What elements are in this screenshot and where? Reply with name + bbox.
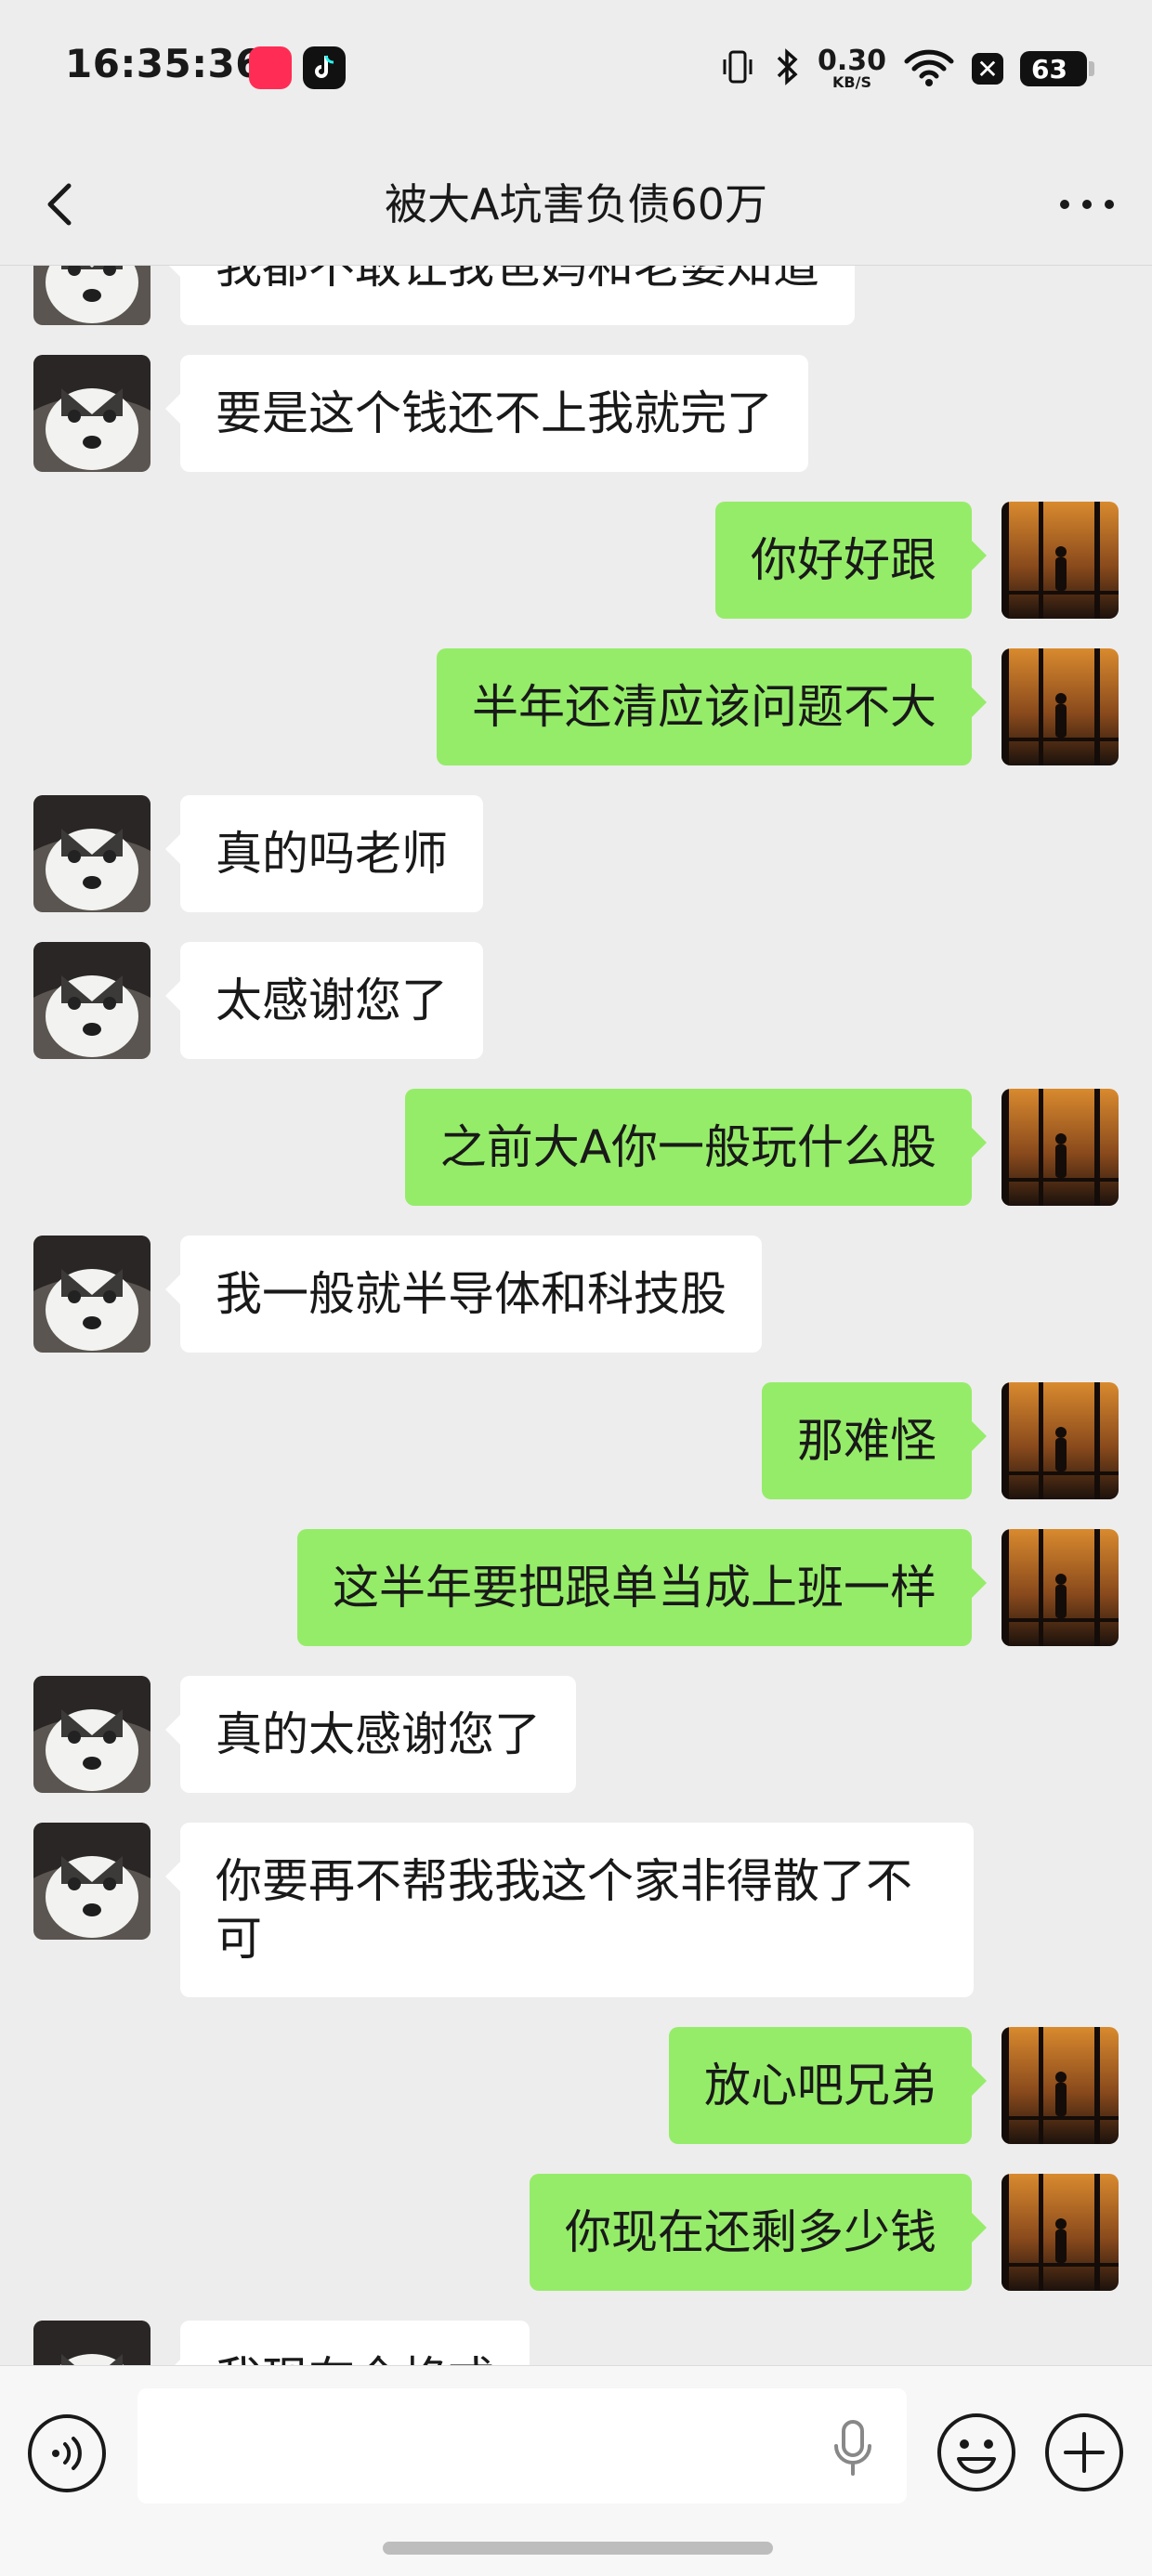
message-input[interactable] <box>137 2388 907 2504</box>
self-avatar[interactable] <box>1001 1382 1119 1499</box>
message-bubble[interactable]: 我都不敢让我爸妈和老婆知道 <box>165 266 855 325</box>
self-avatar[interactable] <box>1001 1089 1119 1206</box>
contact-avatar[interactable] <box>33 355 151 472</box>
voice-mode-button[interactable] <box>26 2413 108 2494</box>
message-received: 真的吗老师 <box>33 795 483 912</box>
message-sent: 这半年要把跟单当成上班一样 <box>297 1529 1119 1646</box>
message-sent: 放心吧兄弟 <box>669 2027 1119 2144</box>
notification-app-icon <box>249 46 292 89</box>
message-received: 你要再不帮我我这个家非得散了不可 <box>33 1823 974 1997</box>
plus-circle-icon <box>1045 2413 1123 2491</box>
message-bubble[interactable]: 那难怪 <box>762 1382 987 1499</box>
network-speed-unit: KB/S <box>832 73 871 91</box>
message-received: 真的太感谢您了 <box>33 1676 576 1793</box>
microphone-icon <box>834 2420 871 2476</box>
chat-message-list[interactable]: 我都不敢让我爸妈和老婆知道 要是这个钱还不上我就完了 你好好跟 半年还清应该问题… <box>0 266 1152 2365</box>
self-avatar[interactable] <box>1001 2027 1119 2144</box>
contact-avatar[interactable] <box>33 1823 151 1940</box>
message-received: 要是这个钱还不上我就完了 <box>33 355 808 472</box>
message-received: 我现在全格式 <box>33 2321 530 2365</box>
message-sent: 你好好跟 <box>715 502 1119 619</box>
bluetooth-icon <box>773 46 801 91</box>
emoji-button[interactable] <box>935 2411 1018 2494</box>
message-bubble[interactable]: 太感谢您了 <box>165 942 483 1059</box>
contact-avatar[interactable] <box>33 1236 151 1353</box>
more-functions-button[interactable] <box>1042 2411 1126 2494</box>
chat-title: 被大A坑害负债60万 <box>384 179 767 229</box>
battery-indicator: 63 <box>1020 51 1094 86</box>
status-bar: 16:35:36 0.30 KB/S ✕ 63 <box>0 0 1152 139</box>
message-bubble[interactable]: 这半年要把跟单当成上班一样 <box>297 1529 987 1646</box>
contact-avatar[interactable] <box>33 942 151 1059</box>
self-avatar[interactable] <box>1001 1529 1119 1646</box>
message-received: 我一般就半导体和科技股 <box>33 1236 762 1353</box>
self-avatar[interactable] <box>1001 2174 1119 2291</box>
no-sim-icon: ✕ <box>972 53 1003 85</box>
message-bubble[interactable]: 之前大A你一般玩什么股 <box>404 1089 988 1206</box>
message-sent: 你现在还剩多少钱 <box>530 2174 1119 2291</box>
self-avatar[interactable] <box>1001 502 1119 619</box>
message-bubble[interactable]: 真的吗老师 <box>165 795 483 912</box>
message-bubble[interactable]: 你现在还剩多少钱 <box>530 2174 987 2291</box>
tiktok-notification-icon <box>303 46 346 89</box>
status-time: 16:35:36 <box>65 41 263 86</box>
message-bubble[interactable]: 我一般就半导体和科技股 <box>165 1236 762 1353</box>
message-sent: 那难怪 <box>762 1382 1119 1499</box>
message-bubble[interactable]: 你要再不帮我我这个家非得散了不可 <box>165 1823 974 1997</box>
contact-avatar[interactable] <box>33 1676 151 1793</box>
emoji-smile-icon <box>937 2413 1015 2491</box>
message-bubble[interactable]: 半年还清应该问题不大 <box>437 648 987 765</box>
message-bubble[interactable]: 我现在全格式 <box>165 2321 530 2365</box>
message-sent: 之前大A你一般玩什么股 <box>404 1089 1119 1206</box>
contact-avatar[interactable] <box>33 2321 151 2365</box>
network-speed-value: 0.30 <box>817 45 886 77</box>
network-speed: 0.30 KB/S <box>818 47 886 90</box>
microphone-button[interactable] <box>825 2414 881 2481</box>
wifi-icon <box>903 46 955 91</box>
more-dots-icon <box>1060 200 1114 209</box>
message-bubble[interactable]: 真的太感谢您了 <box>165 1676 576 1793</box>
message-received: 太感谢您了 <box>33 942 483 1059</box>
more-button[interactable] <box>1050 167 1124 242</box>
voice-mode-icon <box>28 2414 106 2492</box>
message-bubble[interactable]: 要是这个钱还不上我就完了 <box>165 355 808 472</box>
chat-header: 被大A坑害负债60万 <box>0 139 1152 266</box>
message-sent: 半年还清应该问题不大 <box>437 648 1119 765</box>
home-indicator[interactable] <box>383 2542 773 2555</box>
message-received: 我都不敢让我爸妈和老婆知道 <box>33 266 855 325</box>
message-bubble[interactable]: 你好好跟 <box>715 502 987 619</box>
contact-avatar[interactable] <box>33 795 151 912</box>
self-avatar[interactable] <box>1001 648 1119 765</box>
contact-avatar[interactable] <box>33 266 151 325</box>
vibrate-icon <box>719 46 756 91</box>
message-bubble[interactable]: 放心吧兄弟 <box>669 2027 987 2144</box>
